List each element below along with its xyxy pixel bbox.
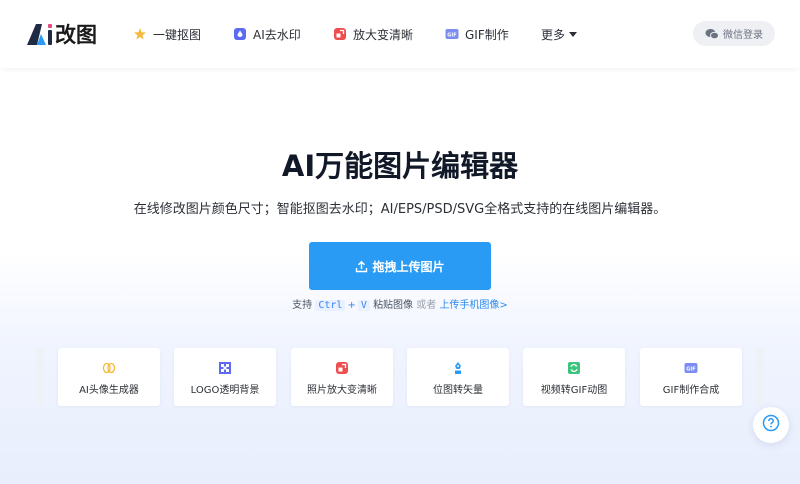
enlarge-icon <box>333 27 347 41</box>
photo-enlarge-icon <box>335 361 349 375</box>
upload-label: 拖拽上传图片 <box>372 259 445 274</box>
scroll-edge-right <box>756 348 764 406</box>
nav-label-watermark: AI去水印 <box>253 27 301 42</box>
tool-photo-enlarge[interactable]: 照片放大变清晰 <box>291 348 393 406</box>
tool-video-to-gif[interactable]: 视频转GIF动图 <box>523 348 625 406</box>
upload-icon <box>355 260 368 273</box>
nav-item-enlarge[interactable]: 放大变清晰 <box>333 25 413 43</box>
upload-image-button[interactable]: 拖拽上传图片 <box>309 242 491 290</box>
svg-text:GIF: GIF <box>447 33 456 39</box>
nav-item-cutout[interactable]: 一键抠图 <box>133 25 201 43</box>
nav-item-watermark[interactable]: AI去水印 <box>233 25 301 43</box>
top-header: 改图 一键抠图 AI去水印 放大变清晰 GIF GIF制作 更多 微信登录 <box>0 0 800 68</box>
hint-plus: + <box>347 300 356 311</box>
hint-key-v: V <box>357 300 370 311</box>
tool-gif-make[interactable]: GIF GIF制作合成 <box>640 348 742 406</box>
star-cutout-icon <box>133 27 147 41</box>
nav-item-more[interactable]: 更多 <box>541 25 578 43</box>
tool-label: AI头像生成器 <box>79 385 139 396</box>
question-circle-icon <box>762 414 780 436</box>
login-label: 微信登录 <box>723 30 763 41</box>
tool-cards: AI头像生成器 LOGO透明背景 照片放大变清晰 位图转矢量 视频转GIF动图 … <box>0 346 800 408</box>
hint-paste: 粘贴图像 <box>373 300 414 311</box>
tool-bitmap-to-vector[interactable]: 位图转矢量 <box>407 348 509 406</box>
hint-or: 或者 <box>416 300 437 311</box>
wechat-login-button[interactable]: 微信登录 <box>693 21 775 46</box>
nav-item-gif[interactable]: GIF GIF制作 <box>445 25 509 43</box>
avatar-generator-icon <box>102 361 116 375</box>
scroll-edge-left <box>36 348 44 406</box>
tool-avatar-generator[interactable]: AI头像生成器 <box>58 348 160 406</box>
help-button[interactable] <box>753 407 789 443</box>
hint-key-ctrl: Ctrl <box>315 300 346 311</box>
upload-hint: 支持 Ctrl + V 粘贴图像 或者 上传手机图像> <box>0 298 800 314</box>
tool-label: 视频转GIF动图 <box>540 385 608 396</box>
tool-transparent-bg[interactable]: LOGO透明背景 <box>174 348 276 406</box>
logo-text: 改图 <box>55 23 97 47</box>
page-title: AI万能图片编辑器 <box>281 149 519 183</box>
page-subtitle: 在线修改图片颜色尺寸；智能抠图去水印；AI/EPS/PSD/SVG全格式支持的在… <box>133 202 667 217</box>
video-gif-icon <box>567 361 581 375</box>
svg-text:GIF: GIF <box>686 367 695 373</box>
tool-label: 位图转矢量 <box>433 385 483 396</box>
chevron-down-icon <box>569 32 578 37</box>
hint-prefix: 支持 <box>292 300 313 311</box>
upload-mobile-link[interactable]: 上传手机图像> <box>439 300 507 311</box>
tool-label: LOGO透明背景 <box>190 385 260 396</box>
tool-label: 照片放大变清晰 <box>307 385 377 396</box>
tool-label: GIF制作合成 <box>662 385 720 396</box>
vector-icon <box>451 361 465 375</box>
nav-label-enlarge: 放大变清晰 <box>353 27 414 42</box>
transparent-bg-icon <box>218 361 232 375</box>
watermark-icon <box>233 27 247 41</box>
gif-make-icon: GIF <box>684 361 698 375</box>
logo-mark-icon <box>26 22 54 46</box>
nav-label-more: 更多 <box>541 27 566 42</box>
site-logo[interactable]: 改图 <box>26 21 97 47</box>
nav-label-cutout: 一键抠图 <box>153 27 202 42</box>
gif-icon: GIF <box>445 27 459 41</box>
nav-label-gif: GIF制作 <box>465 27 509 42</box>
wechat-icon <box>705 28 719 40</box>
